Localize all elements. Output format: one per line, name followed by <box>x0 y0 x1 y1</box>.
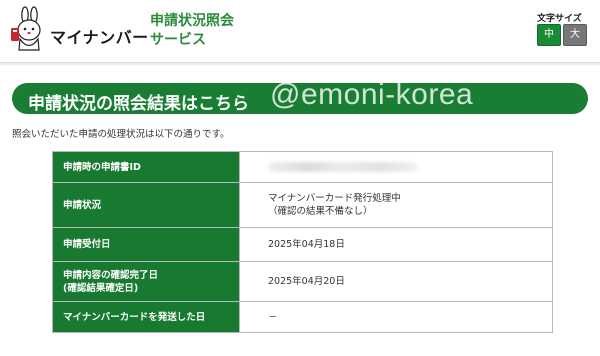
row-label-confirmed-date: 申請内容の確認完了日 (確認結果確定日) <box>52 261 240 302</box>
font-size-medium-button[interactable]: 中 <box>537 24 561 46</box>
page-title: 申請状況の照会結果はこちら <box>28 94 249 114</box>
site-header: マイナンバー 申請状況照会 サービス 文字サイズ 中 大 <box>0 0 600 62</box>
table-row: 申請状況 マイナンバーカード発行処理中 （確認の結果不備なし） <box>52 182 553 228</box>
mascot-rabbit-icon <box>11 6 41 51</box>
row-label-application-id: 申請時の申請書ID <box>52 151 240 183</box>
status-table: 申請時の申請書ID 申請状況 マイナンバーカード発行処理中 （確認の結果不備なし… <box>52 151 553 333</box>
redacted-application-id <box>268 162 418 172</box>
table-row: 申請内容の確認完了日 (確認結果確定日) 2025年04月20日 <box>52 261 553 302</box>
row-value-shipped-date: － <box>239 301 553 333</box>
service-title-line1: 申請状況照会 <box>150 13 234 29</box>
font-size-large-button[interactable]: 大 <box>563 24 587 46</box>
logo-text: マイナンバー <box>50 28 149 47</box>
row-value-received-date: 2025年04月18日 <box>239 227 553 262</box>
table-row: 申請時の申請書ID <box>52 151 553 183</box>
row-value-confirmed-date: 2025年04月20日 <box>239 261 553 302</box>
intro-text: 照会いただいた申請の処理状況は以下の通りです。 <box>12 129 230 140</box>
status-line2: （確認の結果不備なし） <box>268 206 373 217</box>
font-size-label: 文字サイズ <box>537 14 582 24</box>
row-label-received-date: 申請受付日 <box>52 227 240 262</box>
row-value-status: マイナンバーカード発行処理中 （確認の結果不備なし） <box>239 182 553 228</box>
status-line1: マイナンバーカード発行処理中 <box>268 193 401 204</box>
table-row: マイナンバーカードを発送した日 － <box>52 301 553 333</box>
confirmed-date-label-line1: 申請内容の確認完了日 <box>63 269 159 281</box>
service-title-line2: サービス <box>150 32 206 48</box>
header-divider <box>0 62 600 66</box>
service-title: 申請状況照会 サービス <box>150 12 234 50</box>
watermark: @emoni-korea <box>270 78 474 111</box>
row-label-status: 申請状況 <box>52 182 240 228</box>
row-label-shipped-date: マイナンバーカードを発送した日 <box>52 301 240 333</box>
row-value-application-id <box>239 151 553 183</box>
confirmed-date-label-line2: (確認結果確定日) <box>63 282 139 294</box>
table-row: 申請受付日 2025年04月18日 <box>52 227 553 262</box>
